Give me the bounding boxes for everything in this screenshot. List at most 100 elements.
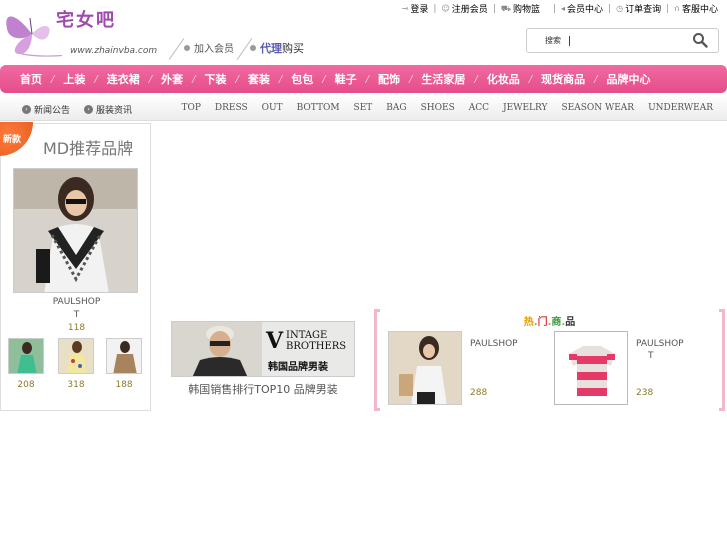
category-link-season-wear[interactable]: SEASON WEAR [561, 103, 634, 113]
new-badge: 新款 [0, 122, 33, 156]
banner-brand-line2: BROTHERS [286, 341, 347, 352]
agent-purchase-link[interactable]: 代理 购买 [250, 40, 304, 56]
cart-label: 购物篮 [512, 5, 540, 15]
member-center-label: 会员中心 [567, 5, 604, 15]
banner-subtitle: 韩国品牌男装 [268, 362, 328, 373]
nav-item-9[interactable]: 生活家居 [421, 71, 465, 87]
hot-title-char: 门 [537, 317, 548, 328]
md-main-brand[interactable]: PAULSHOP [1, 297, 152, 307]
nav-item-1[interactable]: 上装 [63, 71, 85, 87]
nav-item-12[interactable]: 品牌中心 [607, 71, 651, 87]
login-link[interactable]: ⊸ 登录 [397, 2, 434, 15]
bullet-icon [250, 45, 256, 51]
sub-bar: › 新闻公告 › 服装资讯 TOP DRESS OUT BOTTOM SET BAG SHO… [0, 97, 727, 121]
fashion-news-link[interactable]: › 服装资讯 [84, 103, 132, 116]
nav-item-0[interactable]: 首页 [20, 71, 42, 87]
login-label: 登录 [410, 5, 429, 15]
hot-product-1-image[interactable] [388, 331, 462, 405]
bullet-icon [184, 44, 190, 51]
md-thumb-1[interactable] [8, 338, 44, 374]
nav-separator: / [278, 73, 283, 85]
category-link-acc[interactable]: ACC [469, 103, 489, 113]
key-icon: ⊸ [401, 4, 409, 13]
join-member-label: 加入会员 [194, 44, 234, 55]
category-link-bag[interactable]: BAG [386, 103, 406, 113]
order-icon: ◷ [616, 4, 624, 13]
category-link-dress[interactable]: DRESS [215, 103, 248, 113]
category-link-out[interactable]: OUT [262, 103, 283, 113]
register-link[interactable]: ☺ 注册会员 [436, 2, 492, 15]
nav-item-11[interactable]: 现货商品 [541, 71, 585, 87]
nav-item-3[interactable]: 外套 [161, 71, 183, 87]
nav-separator: / [474, 73, 478, 85]
nav-separator: / [322, 73, 326, 85]
md-thumb-2[interactable] [58, 338, 94, 374]
speaker-icon: ◂ [561, 4, 566, 13]
nav-separator: / [94, 73, 98, 85]
fashion-news-label: 服装资讯 [96, 106, 133, 116]
nav-item-7[interactable]: 鞋子 [335, 71, 357, 87]
md-main-price: 118 [67, 323, 86, 333]
category-link-jewelry[interactable]: JEWELRY [503, 103, 547, 113]
hot-title-char: 热 [523, 317, 534, 328]
category-link-shoes[interactable]: SHOES [421, 103, 455, 113]
nav-item-6[interactable]: 包包 [291, 71, 313, 87]
product-photo [555, 332, 627, 404]
product-photo [9, 339, 43, 373]
site-logo[interactable]: 宅女吧 www.zhainvba.com [2, 4, 168, 60]
product-photo [14, 169, 137, 292]
arrow-circle-icon: › [84, 105, 94, 114]
search-icon[interactable] [692, 32, 708, 48]
hot-product-1-price: 288 [470, 388, 488, 398]
category-link-top[interactable]: TOP [181, 103, 200, 113]
agent-rest-label: 购买 [282, 42, 304, 55]
cart-link[interactable]: ⛟ 购物篮 [496, 2, 545, 16]
banner-brand-line1: INTAGE [286, 330, 328, 341]
nav-item-4[interactable]: 下装 [205, 71, 227, 87]
search-box: 搜索 [526, 28, 719, 53]
nav-separator: / [528, 73, 533, 85]
product-photo [59, 339, 93, 373]
md-main-sub: T [73, 310, 80, 320]
nav-item-2[interactable]: 连衣裙 [107, 71, 140, 87]
hot-product-2-brand[interactable]: PAULSHOP [636, 339, 684, 349]
hot-product-1-brand[interactable]: PAULSHOP [470, 339, 518, 349]
category-link-set[interactable]: SET [354, 103, 373, 113]
nav-item-5[interactable]: 套装 [248, 71, 270, 87]
banner-caption[interactable]: 韩国销售排行TOP10 品牌男装 [171, 381, 355, 397]
top-links: ⊸ 登录 | ☺ 注册会员 | ⛟ 购物篮 | ◂ 会员中心 | ◷ 订单查询 | ∩ 客服… [397, 2, 723, 16]
member-center-link[interactable]: ◂ 会员中心 [556, 2, 608, 15]
md-recommend-panel: 新款 MD推荐品牌 PAULSHOP T 118 208 318 188 [0, 122, 152, 411]
join-member-link[interactable]: 加入会员 [184, 40, 234, 55]
nav-separator: / [594, 73, 598, 85]
nav-separator: / [365, 73, 369, 85]
banner-brand-text: INTAGE BROTHERS [286, 330, 346, 352]
hot-title-char: 品 [565, 317, 576, 328]
headset-icon: ∩ [674, 4, 680, 13]
category-link-bottom[interactable]: BOTTOM [297, 103, 340, 113]
agent-accent-label: 代理 [260, 42, 282, 55]
md-thumb-3-price: 188 [115, 380, 133, 390]
vintage-brothers-banner[interactable]: V INTAGE BROTHERS 韩国品牌男装 [171, 321, 355, 377]
order-query-link[interactable]: ◷ 订单查询 [611, 2, 666, 15]
service-center-link[interactable]: ∩ 客服中心 [669, 2, 723, 15]
hot-product-2-price: 238 [636, 388, 654, 398]
hot-product-2-image[interactable] [554, 331, 628, 405]
site-url-text: www.zhainvba.com [70, 46, 158, 56]
cart-icon: ⛟ [500, 3, 511, 13]
md-main-product-image[interactable] [13, 168, 138, 293]
search-divider [569, 35, 570, 46]
nav-separator: / [235, 73, 239, 85]
user-icon: ☺ [441, 4, 450, 13]
butterfly-icon [6, 16, 163, 57]
banner-model-photo [172, 322, 262, 376]
nav-item-8[interactable]: 配饰 [378, 71, 400, 87]
search-label: 搜索 [545, 36, 561, 45]
category-link-underwear[interactable]: UNDERWEAR [648, 103, 713, 113]
banner-v-letter: V [266, 328, 284, 354]
md-thumb-3[interactable] [106, 338, 142, 374]
search-input[interactable] [574, 31, 674, 50]
nav-item-10[interactable]: 化妆品 [487, 71, 520, 87]
news-link[interactable]: › 新闻公告 [22, 103, 70, 116]
logo-text: 宅女吧 [56, 10, 116, 31]
